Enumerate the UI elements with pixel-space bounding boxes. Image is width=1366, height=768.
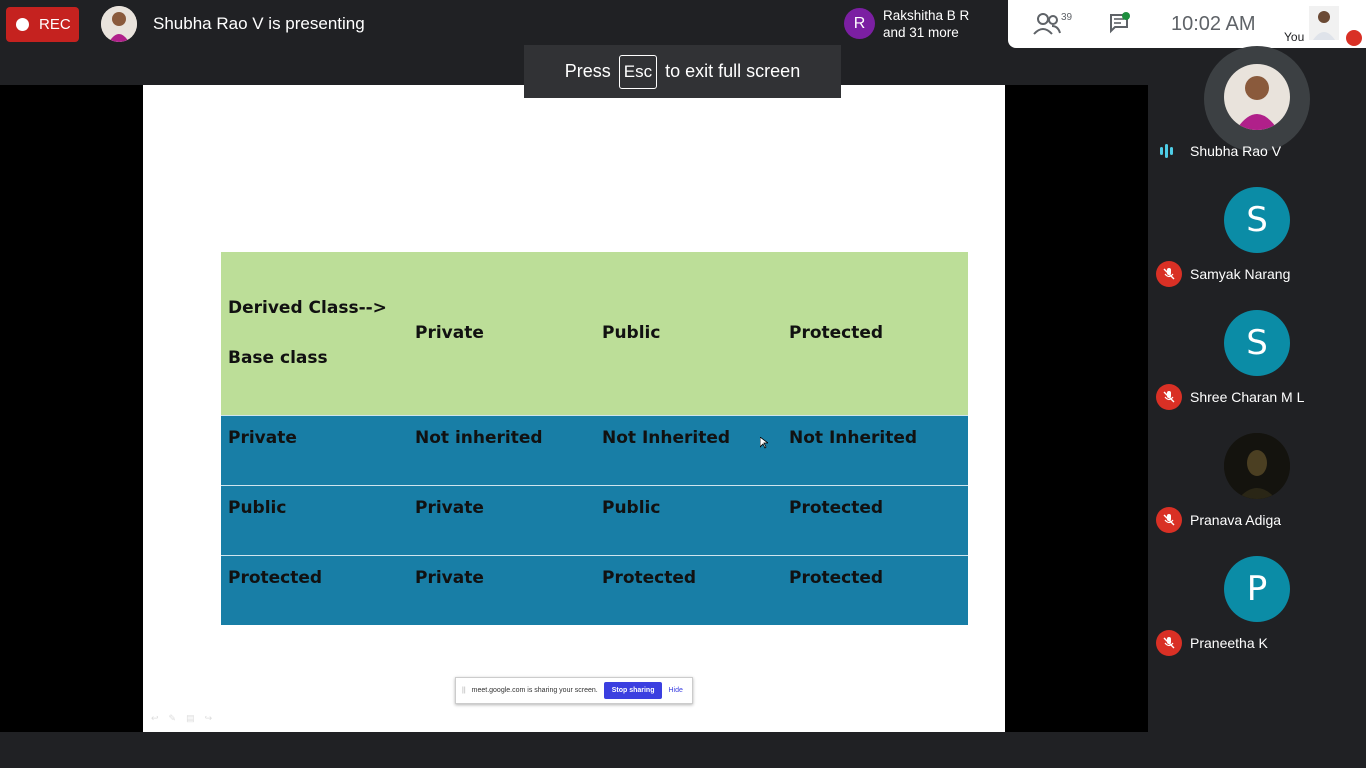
participant-tile[interactable]: Pranava Adiga [1148, 417, 1366, 540]
menu-icon[interactable]: ▤ [186, 713, 195, 724]
participant-name: Shubha Rao V [1190, 143, 1282, 159]
inheritance-table: Derived Class--> Base class Private Publ… [221, 252, 968, 625]
table-cell: Not Inherited [782, 414, 968, 485]
rec-label: REC [39, 16, 71, 33]
muted-mic-icon [1156, 261, 1182, 287]
bottom-strip [0, 732, 1148, 768]
clock: 10:02 AM [1171, 13, 1256, 35]
header-cell: Protected [782, 252, 968, 415]
exit-fullscreen-banner: Press Esc to exit full screen [524, 45, 841, 98]
speaking-indicator-icon [1160, 144, 1176, 158]
muted-mic-icon [1156, 630, 1182, 656]
mouse-cursor-icon [760, 437, 768, 449]
participants-panel: Shubha Rao V S Samyak Narang S Shree Cha… [1148, 46, 1366, 663]
presenting-label: Shubha Rao V is presenting [153, 14, 365, 33]
stop-sharing-button[interactable]: Stop sharing [603, 682, 663, 699]
table-cell: Not Inherited [595, 414, 782, 485]
participant-name: Pranava Adiga [1190, 512, 1282, 528]
participant-activity-more: and 31 more [883, 25, 959, 40]
share-message: meet.google.com is sharing your screen. [471, 687, 598, 694]
muted-mic-icon [1156, 507, 1182, 533]
participant-name: Shree Charan M L [1190, 389, 1305, 405]
participant-tile[interactable]: S Samyak Narang [1148, 171, 1366, 294]
participant-avatar [1224, 433, 1290, 499]
meeting-controls: 39 10:02 AM [1008, 0, 1281, 48]
table-header-row: Derived Class--> Base class Private Publ… [221, 252, 968, 415]
participant-avatar: P [1224, 556, 1290, 622]
participant-activity-text: Rakshitha B R and 31 more [883, 7, 969, 41]
chat-notification-dot [1122, 12, 1130, 20]
slide-toolbar: ↩ ✎ ▤ ↪ [151, 713, 212, 724]
table-cell: Protected [782, 554, 968, 625]
presenter-avatar [101, 6, 137, 42]
table-row: Private Not inherited Not Inherited Not … [221, 414, 968, 485]
muted-mic-icon [1346, 30, 1362, 46]
table-row: Protected Private Protected Protected [221, 554, 968, 625]
people-count: 39 [1061, 12, 1073, 23]
esc-banner-after: to exit full screen [665, 61, 801, 81]
table-cell: Protected [221, 554, 408, 625]
participant-activity-name: Rakshitha B R [883, 8, 970, 23]
header-cell: Derived Class--> Base class [221, 252, 408, 415]
self-view[interactable]: You [1281, 0, 1366, 48]
top-bar: REC Shubha Rao V is presenting R Rakshit… [0, 0, 1366, 48]
participant-activity-chip[interactable]: R Rakshitha B R and 31 more [836, 0, 1008, 46]
table-row: Public Private Public Protected [221, 484, 968, 555]
self-avatar [1309, 6, 1339, 40]
record-dot-icon [16, 18, 29, 31]
table-cell: Private [408, 484, 595, 555]
table-cell: Protected [595, 554, 782, 625]
header-derived-label: Derived Class--> [228, 298, 387, 319]
table-cell: Protected [782, 484, 968, 555]
next-arrow-icon[interactable]: ↪ [205, 713, 213, 724]
esc-banner-before: Press [564, 61, 611, 81]
drag-handle-icon[interactable]: || [462, 687, 466, 694]
header-cell: Public [595, 252, 782, 415]
screen-share-notice: || meet.google.com is sharing your scree… [455, 677, 693, 704]
pen-icon[interactable]: ✎ [169, 713, 177, 724]
muted-mic-icon [1156, 384, 1182, 410]
previous-arrow-icon[interactable]: ↩ [151, 713, 159, 724]
presentation-stage: Derived Class--> Base class Private Publ… [0, 85, 1148, 732]
participant-avatar: R [844, 8, 875, 39]
table-cell: Not inherited [408, 414, 595, 485]
esc-key: Esc [618, 54, 658, 89]
hide-link[interactable]: Hide [668, 687, 682, 694]
participant-avatar: S [1224, 310, 1290, 376]
participant-tile[interactable]: S Shree Charan M L [1148, 294, 1366, 417]
participant-tile[interactable]: P Praneetha K [1148, 540, 1366, 663]
table-cell: Private [408, 554, 595, 625]
panel-bottom-area [1148, 663, 1366, 768]
self-label: You [1284, 30, 1305, 44]
recording-badge[interactable]: REC [6, 7, 79, 42]
participant-tile[interactable]: Shubha Rao V [1148, 46, 1366, 171]
header-cell: Private [408, 252, 595, 415]
participant-avatar [1224, 64, 1290, 130]
participant-name: Praneetha K [1190, 635, 1268, 651]
table-cell: Public [595, 484, 782, 555]
shared-slide: Derived Class--> Base class Private Publ… [143, 85, 1005, 732]
table-cell: Public [221, 484, 408, 555]
participant-name: Samyak Narang [1190, 266, 1291, 282]
table-cell: Private [221, 414, 408, 485]
participant-avatar: S [1224, 187, 1290, 253]
header-base-label: Base class [228, 348, 328, 369]
